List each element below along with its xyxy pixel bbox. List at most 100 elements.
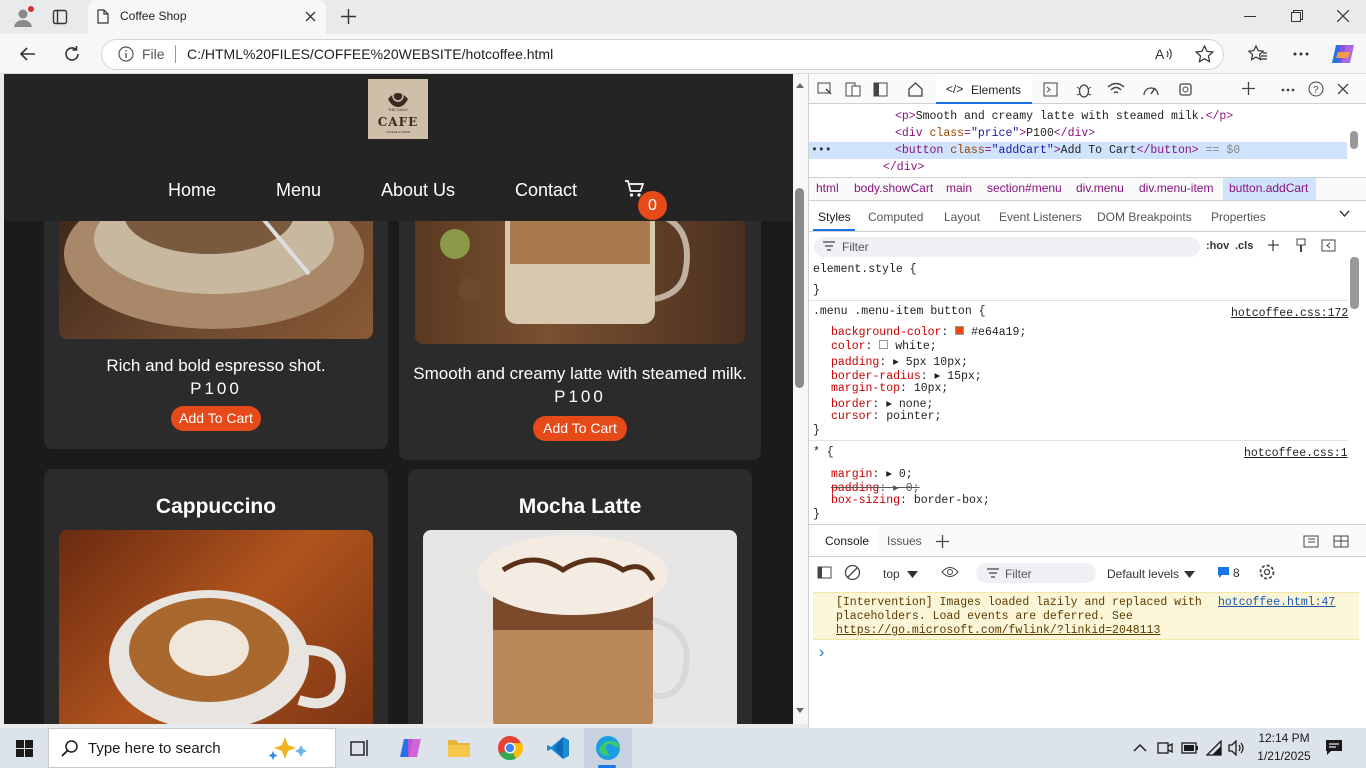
tab-styles[interactable]: Styles [818, 210, 851, 224]
dom-line[interactable]: <p>Smooth and creamy latte with steamed … [895, 110, 1233, 123]
css-property[interactable]: margin: ▸ 0; [831, 466, 913, 481]
add-to-cart-button[interactable]: Add To Cart [171, 406, 261, 431]
chrome-icon[interactable] [497, 735, 523, 761]
notification-icon[interactable] [1325, 739, 1343, 756]
clock-time[interactable]: 12:14 PM [1258, 731, 1310, 745]
css-property[interactable]: border: ▸ none; [831, 396, 933, 411]
console-settings-icon[interactable] [1258, 563, 1276, 581]
chevron-up-icon[interactable] [1133, 743, 1147, 752]
file-explorer-icon[interactable] [447, 737, 471, 759]
css-property[interactable]: background-color: #e64a19; [831, 326, 1026, 339]
css-property[interactable]: cursor: pointer; [831, 410, 941, 423]
settings-cog-icon[interactable] [1177, 81, 1194, 98]
breadcrumb-item[interactable]: main [946, 181, 972, 195]
tab-computed[interactable]: Computed [868, 210, 923, 224]
css-property[interactable]: box-sizing: border-box; [831, 494, 990, 507]
copilot-icon[interactable] [1331, 42, 1355, 66]
breadcrumb-item[interactable]: section#menu [987, 181, 1062, 195]
camera-icon[interactable] [1157, 740, 1173, 756]
css-property-overridden[interactable]: padding: ▸ 0; [831, 480, 920, 495]
chevron-down-icon[interactable] [907, 571, 918, 578]
dom-line[interactable]: </div> [883, 161, 924, 174]
tab-dom-breakpoints[interactable]: DOM Breakpoints [1097, 210, 1192, 224]
tab-properties[interactable]: Properties [1211, 210, 1266, 224]
help-icon[interactable]: ? [1308, 81, 1324, 97]
message-bubble-icon[interactable] [1217, 566, 1230, 578]
copilot-taskbar-icon[interactable] [399, 737, 423, 759]
styles-filter-input[interactable] [814, 237, 1200, 257]
context-select[interactable]: top [883, 567, 900, 581]
breadcrumb-item[interactable]: div.menu-item [1139, 181, 1213, 195]
breadcrumb-item[interactable]: body.showCart [854, 181, 933, 195]
chevron-down-icon[interactable] [1339, 210, 1350, 218]
rule-source-link[interactable]: hotcoffee.css:172 [1231, 307, 1348, 320]
add-drawer-tab-icon[interactable] [936, 535, 949, 548]
browser-tab[interactable]: Coffee Shop [88, 0, 326, 34]
dom-line[interactable]: <button class="addCart">Add To Cart</but… [895, 144, 1240, 157]
hov-toggle[interactable]: :hov [1206, 240, 1229, 252]
add-tool-icon[interactable] [1241, 81, 1256, 96]
breadcrumb-item-selected[interactable]: button.addCart [1229, 181, 1308, 195]
page-scrollbar[interactable] [793, 74, 808, 724]
clock-date[interactable]: 1/21/2025 [1256, 749, 1312, 763]
css-property[interactable]: color: white; [831, 340, 937, 353]
dom-scrollbar[interactable] [1350, 131, 1358, 149]
volume-icon[interactable] [1228, 740, 1245, 756]
dom-line[interactable]: <div class="price">P100</div> [895, 127, 1095, 140]
rule-source-link[interactable]: hotcoffee.css:1 [1244, 447, 1348, 460]
nav-menu[interactable]: Menu [276, 180, 321, 201]
vscode-icon[interactable] [546, 736, 570, 760]
breadcrumb-item[interactable]: html [816, 181, 839, 195]
info-icon[interactable] [118, 46, 134, 62]
copilot-sparkle-icon[interactable] [265, 735, 325, 761]
dock-icon[interactable] [873, 82, 888, 97]
favorite-star-icon[interactable] [1195, 45, 1214, 63]
devtools-more-icon[interactable] [1281, 88, 1295, 92]
breadcrumb-item[interactable]: div.menu [1076, 181, 1124, 195]
minimize-icon[interactable] [1244, 16, 1256, 18]
cls-toggle[interactable]: .cls [1235, 240, 1253, 252]
nav-about-us[interactable]: About Us [381, 180, 455, 201]
css-property[interactable]: margin-top: 10px; [831, 382, 948, 395]
color-swatch[interactable] [955, 326, 965, 335]
cafe-logo[interactable]: THE DAILY CAFE COFFEE & MORE [368, 79, 428, 139]
tab-console[interactable]: Console [814, 525, 878, 556]
add-to-cart-button[interactable]: Add To Cart [533, 416, 627, 441]
devtools-close-icon[interactable] [1337, 83, 1349, 95]
device-toolbar-icon[interactable] [845, 82, 861, 97]
scroll-up-arrow[interactable] [796, 83, 804, 88]
back-icon[interactable] [19, 45, 37, 63]
bug-icon[interactable] [1076, 81, 1092, 98]
profile-icon[interactable] [12, 6, 34, 28]
dom-ellipsis[interactable]: ••• [811, 144, 832, 157]
chevron-down-icon[interactable] [1184, 571, 1195, 578]
refresh-icon[interactable] [63, 45, 81, 63]
inspect-icon[interactable] [817, 82, 833, 97]
address-url[interactable]: C:/HTML%20FILES/COFFEE%20WEBSITE/hotcoff… [187, 46, 553, 62]
wifi-icon[interactable] [1206, 740, 1222, 756]
console-tool-icon[interactable] [1043, 82, 1058, 97]
rule-selector[interactable]: .menu .menu-item button { [813, 305, 986, 318]
tab-close-icon[interactable] [305, 11, 316, 22]
console-sidebar-icon[interactable] [817, 566, 832, 579]
scroll-thumb[interactable] [795, 188, 804, 388]
drawer-close-icon[interactable] [1333, 535, 1349, 548]
css-property[interactable]: padding: ▸ 5px 10px; [831, 354, 968, 369]
new-tab-icon[interactable] [340, 8, 357, 25]
drawer-dock-icon[interactable] [1303, 535, 1319, 548]
tab-actions-icon[interactable] [52, 9, 68, 25]
tab-issues[interactable]: Issues [887, 534, 922, 548]
rule-selector[interactable]: * { [813, 446, 834, 459]
console-prompt[interactable]: › [819, 644, 824, 662]
new-rule-icon[interactable] [1267, 239, 1281, 253]
element-style-rule[interactable]: element.style { [813, 263, 917, 276]
network-wifi-icon[interactable] [1107, 82, 1125, 97]
tab-event-listeners[interactable]: Event Listeners [999, 210, 1082, 224]
read-aloud-icon[interactable]: A [1155, 46, 1173, 62]
performance-icon[interactable] [1142, 82, 1160, 97]
css-property[interactable]: border-radius: ▸ 15px; [831, 368, 982, 383]
scroll-down-arrow[interactable] [796, 708, 804, 713]
nav-contact[interactable]: Contact [515, 180, 577, 201]
favorites-icon[interactable] [1248, 45, 1268, 63]
eye-icon[interactable] [941, 566, 959, 578]
